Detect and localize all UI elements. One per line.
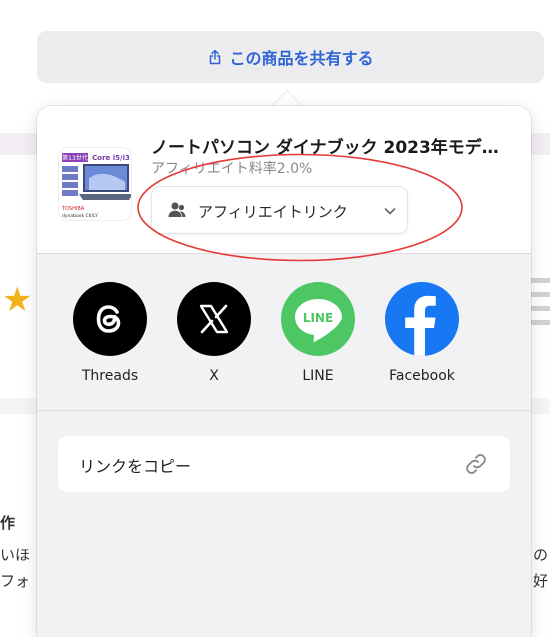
background-text: 作 — [0, 514, 16, 532]
background-bars — [528, 278, 550, 334]
affiliate-rate: アフィリエイト料率2.0% — [151, 161, 313, 177]
share-facebook[interactable]: Facebook — [370, 282, 474, 384]
background-text: の — [533, 546, 549, 564]
share-threads[interactable]: Threads — [58, 282, 162, 384]
link-icon — [466, 454, 486, 474]
thumb-model: dynabook C6/LY — [62, 213, 98, 219]
x-icon — [177, 282, 251, 356]
thumb-cpu: Core i5/i3 — [92, 154, 130, 162]
facebook-icon — [385, 282, 459, 356]
share-x[interactable]: X — [162, 282, 266, 384]
copy-link-button[interactable]: リンクをコピー — [58, 436, 510, 492]
rating-star-icon: ★ — [2, 280, 33, 320]
thumb-brand: TOSHIBA — [61, 206, 85, 212]
threads-label: Threads — [81, 368, 139, 384]
share-line[interactable]: LINE LINE — [266, 282, 370, 384]
affiliate-link-select[interactable]: アフィリエイトリンク — [151, 186, 408, 234]
product-title: ノートパソコン ダイナブック 2023年モデ… — [151, 138, 499, 158]
affiliate-select-label: アフィリエイトリンク — [198, 203, 348, 221]
share-product-button[interactable]: この商品を共有する — [37, 31, 544, 83]
share-icon — [210, 49, 221, 65]
facebook-label: Facebook — [389, 368, 455, 384]
x-label: X — [209, 368, 219, 384]
background-text: フォ — [0, 572, 31, 590]
line-logo-text: LINE — [303, 311, 333, 325]
thumb-badge: 第13世代 — [62, 154, 88, 162]
share-button-label: この商品を共有する — [229, 49, 374, 68]
share-targets: Threads X LINE LINE Facebook — [58, 282, 518, 392]
line-icon: LINE — [281, 282, 355, 356]
threads-icon — [73, 282, 147, 356]
chevron-down-icon — [384, 208, 396, 215]
copy-link-label: リンクをコピー — [79, 457, 192, 476]
person-icon — [168, 202, 186, 217]
divider — [37, 410, 531, 411]
product-header: 第13世代 Core i5/i3 TOSHIBA dynabook C6/LY … — [37, 106, 531, 254]
product-thumbnail: 第13世代 Core i5/i3 TOSHIBA dynabook C6/LY — [58, 147, 132, 221]
line-label: LINE — [302, 368, 334, 384]
background-text: 好 — [533, 572, 549, 590]
share-popover: 第13世代 Core i5/i3 TOSHIBA dynabook C6/LY … — [37, 106, 531, 637]
background-text: いほ — [0, 546, 31, 564]
